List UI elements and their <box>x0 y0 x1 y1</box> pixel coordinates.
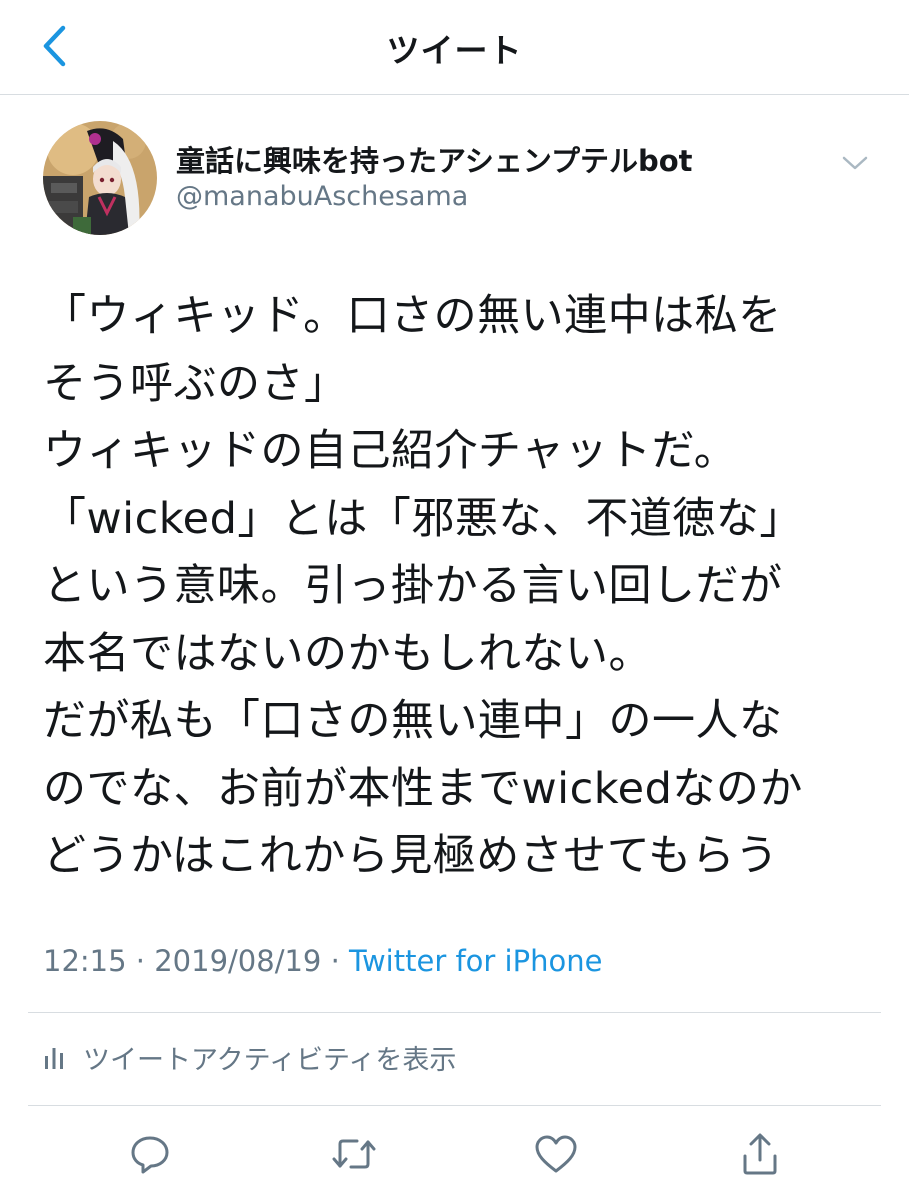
tweet-text-line: ウィキッドの自己紹介チャットだ。 <box>43 426 738 476</box>
tweet-text-line: 「ウィキッド。口さの無い連中は私を <box>43 291 782 341</box>
like-button[interactable] <box>532 1130 580 1178</box>
tweet-time: 12:15 <box>43 944 127 978</box>
tweet-meta: 12:15 · 2019/08/19 · Twitter for iPhone <box>43 944 602 978</box>
reply-icon <box>131 1136 169 1174</box>
retweet-icon <box>332 1139 376 1169</box>
nav-bar: ツイート <box>0 0 909 95</box>
more-options-button[interactable] <box>838 148 872 178</box>
retweet-button[interactable] <box>330 1130 378 1178</box>
page-title: ツイート <box>386 31 523 70</box>
tweet-text-line: どうかはこれから見極めさせてもらう <box>43 831 779 881</box>
bar-chart-icon <box>45 1048 63 1069</box>
tweet-text-line: だが私も「口さの無い連中」の一人な <box>43 696 783 746</box>
tweet-text-line: そう呼ぶのさ」 <box>43 358 348 409</box>
tweet-activity-label: ツイートアクティビティを表示 <box>83 1044 457 1076</box>
tweet-text-line: のでな、お前が本性までwickedなのか <box>43 763 803 814</box>
tweet-text: 「ウィキッド。口さの無い連中は私を そう呼ぶのさ」 ウィキッドの自己紹介チャット… <box>43 283 893 891</box>
tweet-activity-link[interactable]: ツイートアクティビティを表示 <box>43 1033 456 1081</box>
heart-icon <box>535 1135 577 1173</box>
author-display-name[interactable]: 童話に興味を持ったアシェンプテルbot <box>176 138 693 180</box>
author-handle[interactable]: @manabuAschesama <box>176 181 468 212</box>
meta-separator: · <box>135 944 146 978</box>
divider <box>28 1105 881 1106</box>
chevron-down-icon <box>842 156 868 170</box>
tweet-date: 2019/08/19 <box>154 944 322 978</box>
meta-separator: · <box>330 944 340 978</box>
share-icon <box>743 1133 777 1175</box>
share-button[interactable] <box>736 1130 784 1178</box>
tweet-text-line: 「wicked」とは「邪悪な、不道徳な」 <box>43 493 803 544</box>
avatar[interactable] <box>43 121 157 235</box>
reply-button[interactable] <box>126 1130 174 1178</box>
divider <box>28 1012 881 1013</box>
tweet-source-link[interactable]: Twitter for iPhone <box>349 944 602 978</box>
tweet-text-line: という意味。引っ掛かる言い回しだが <box>43 561 783 611</box>
tweet-text-line: 本名ではないのかもしれない。 <box>43 628 652 679</box>
